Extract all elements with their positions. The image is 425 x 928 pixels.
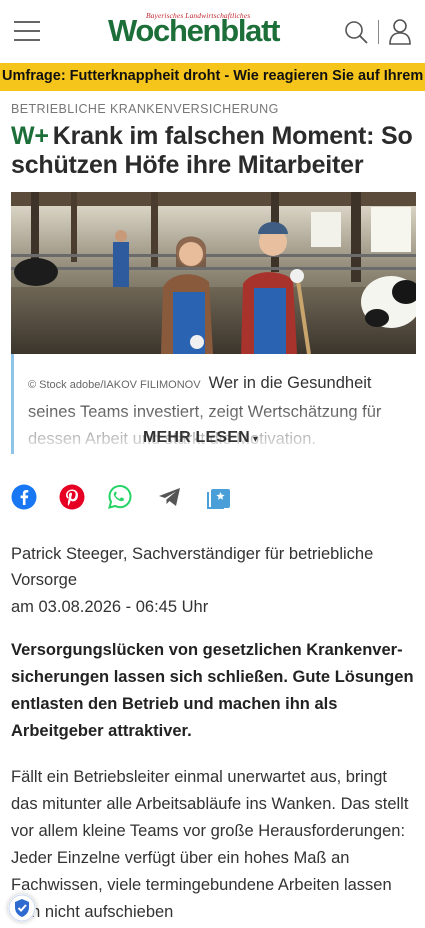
header-divider	[378, 20, 379, 44]
article-kicker: BETRIEBLICHE KRANKENVERSICHERUNG	[11, 102, 279, 116]
article-lead: Versorgungslücken von gesetzlichen Krank…	[11, 641, 414, 740]
search-icon[interactable]	[344, 20, 368, 44]
premium-mark: W+	[11, 122, 49, 150]
whatsapp-icon[interactable]	[107, 484, 133, 510]
bookmark-icon[interactable]	[206, 484, 232, 510]
barn-scene-illustration	[11, 192, 416, 354]
logo-title: Wochenblatt	[108, 13, 280, 48]
article-body: Fällt ein Betriebsleiter einmal unerwart…	[11, 768, 409, 921]
chevron-down-icon: ▾	[252, 434, 259, 445]
pinterest-icon[interactable]	[59, 484, 85, 510]
image-credit: © Stock adobe/IAKOV FILIMONOV	[28, 379, 201, 391]
article-headline: W+ Krank im falschen Moment: So schützen …	[11, 122, 417, 180]
read-more-button[interactable]: MEHR LESEN ▾	[143, 429, 258, 447]
consent-shield-icon[interactable]	[8, 894, 36, 922]
user-icon[interactable]	[388, 19, 412, 45]
ticker-text[interactable]: Umfrage: Futterknappheit droht - Wie rea…	[2, 68, 425, 84]
news-ticker[interactable]: Umfrage: Futterknappheit droht - Wie rea…	[0, 63, 425, 91]
hero-image[interactable]	[11, 192, 416, 354]
facebook-icon[interactable]	[11, 484, 37, 510]
article-author: Patrick Steeger, Sachverständiger für be…	[11, 545, 374, 589]
telegram-icon[interactable]	[157, 484, 183, 510]
read-more-label: MEHR LESEN	[143, 429, 250, 446]
site-logo[interactable]: Bayerisches Landwirtschaftliches Wochenb…	[108, 10, 280, 50]
headline-text: Krank im falschen Moment: So schützen Hö…	[11, 122, 413, 179]
site-header: Bayerisches Landwirtschaftliches Wochenb…	[0, 0, 425, 62]
article-date: am 03.08.2026 - 06:45 Uhr	[11, 598, 209, 616]
hamburger-menu-icon[interactable]	[14, 20, 40, 42]
